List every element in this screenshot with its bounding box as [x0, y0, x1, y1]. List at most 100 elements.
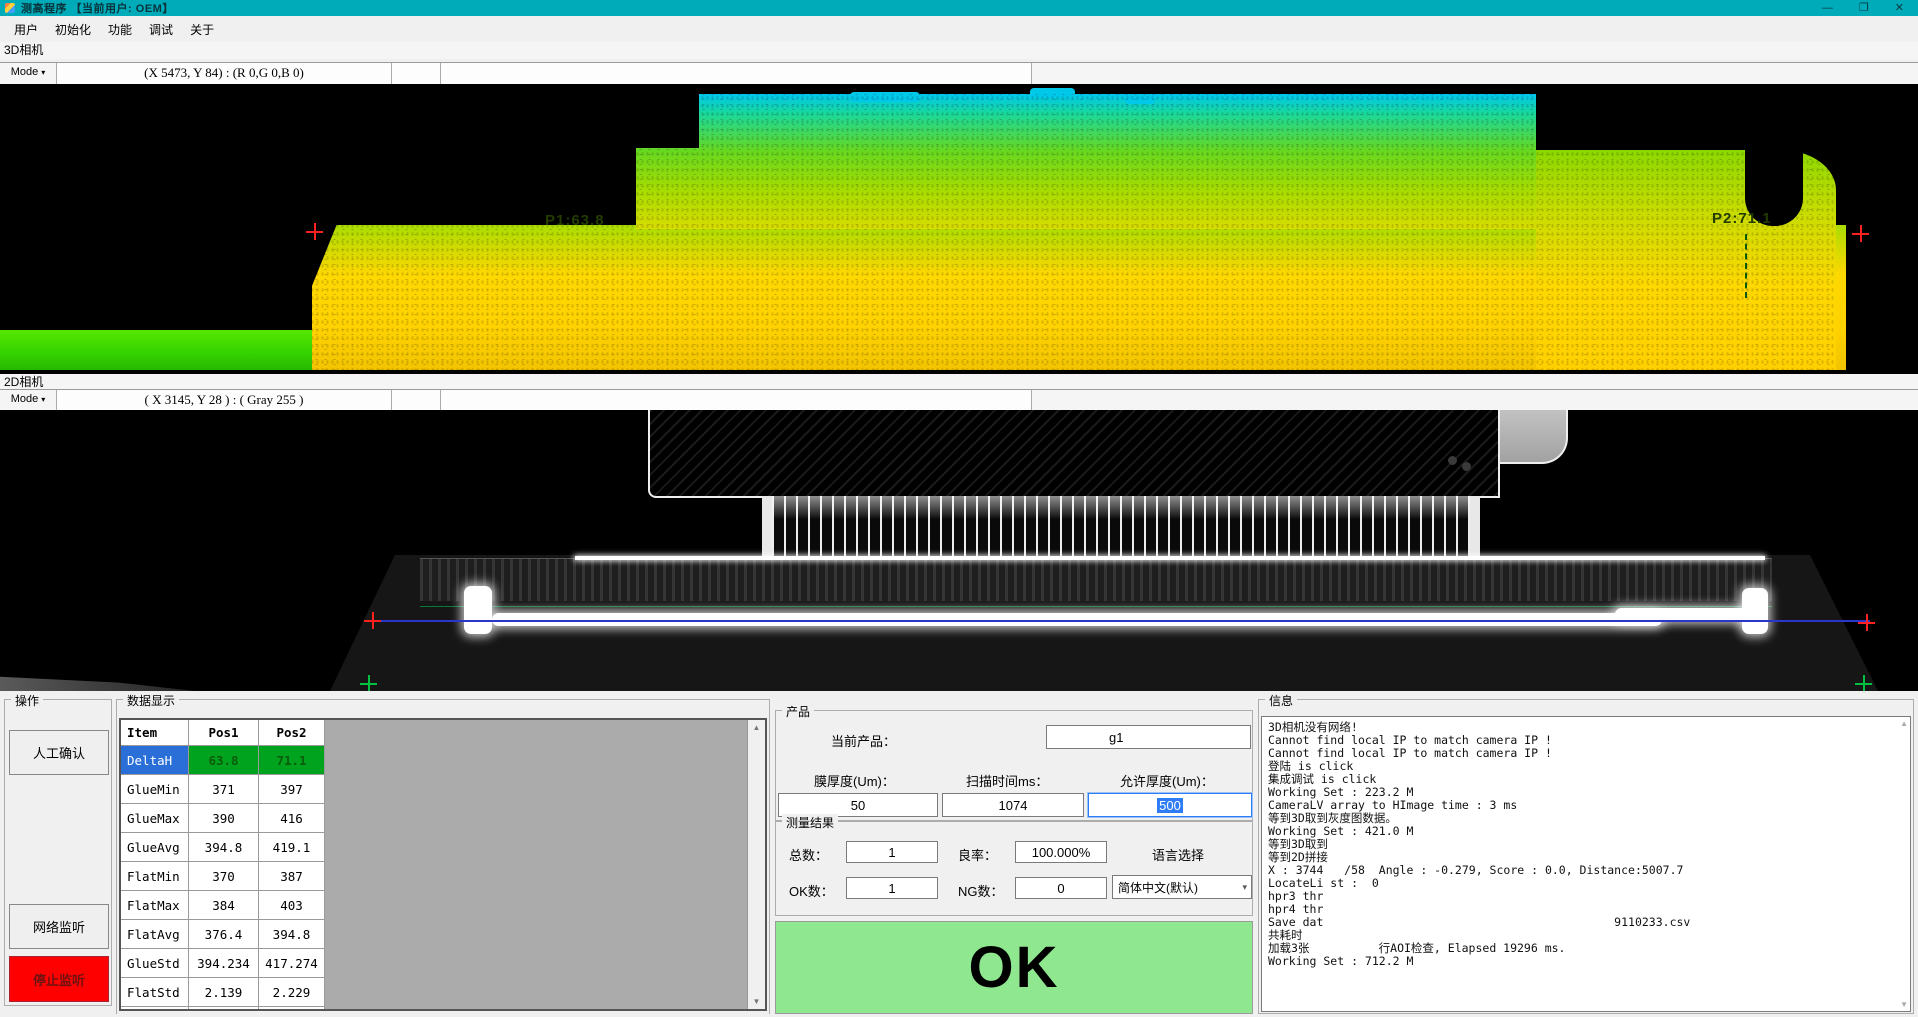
- p2-marker-dashed-line: [1745, 234, 1747, 298]
- cell-item: GlueStd: [121, 949, 189, 978]
- operations-group: 操作 人工确认 网络监听 停止监听: [4, 699, 112, 1006]
- scan-time-field[interactable]: 1074: [942, 793, 1084, 817]
- ng-count-label: NG数：: [958, 881, 1004, 900]
- table-row[interactable]: GlueMin 371 397: [121, 775, 325, 804]
- language-select-label: 语言选择: [1152, 845, 1204, 864]
- mode-label: Mode: [11, 66, 39, 78]
- restore-icon[interactable]: ❐: [1859, 0, 1869, 16]
- camera2d-mode-dropdown[interactable]: Mode ▾: [0, 390, 57, 411]
- table-row[interactable]: FlatMax 384 403: [121, 891, 325, 920]
- cell-pos1: 394.8: [189, 833, 259, 862]
- cell-pos2: 71.1: [259, 746, 325, 775]
- scroll-down-icon[interactable]: ▼: [748, 997, 765, 1006]
- left-crosshair-marker: [364, 612, 381, 629]
- table-header-row: Item Pos1 Pos2: [121, 720, 325, 746]
- table-row[interactable]: GlueMax 390 416: [121, 804, 325, 833]
- cell-item: FlatMin: [121, 862, 189, 891]
- table-row[interactable]: FlatAvg 376.4 394.8: [121, 920, 325, 949]
- application-window: 测高程序 【当前用户: OEM】 — ❐ ✕ 用户初始化功能调试关于 3D相机 …: [0, 0, 1918, 1017]
- total-label: 总数：: [789, 845, 828, 864]
- cell-pos2: 403: [259, 891, 325, 920]
- yield-field[interactable]: 100.000%: [1015, 841, 1107, 863]
- heightmap-noise-overlay: [312, 92, 1836, 370]
- total-field[interactable]: 1: [846, 841, 938, 863]
- measurement-table[interactable]: Item Pos1 Pos2 DeltaH 63.8 71.1 Glue: [119, 718, 767, 1011]
- p2-measure-annotation: P2:71.1: [1712, 210, 1772, 227]
- camera3d-toolbar-cell: [392, 63, 441, 84]
- pcb-pad: [1448, 456, 1457, 465]
- pcb-board: [648, 410, 1500, 498]
- chevron-down-icon: ▾: [41, 68, 45, 77]
- pcb-pad: [1462, 462, 1471, 471]
- col-header-pos2: Pos2: [259, 720, 325, 746]
- glue-glow-blob-left: [464, 586, 492, 634]
- menu-item[interactable]: 关于: [187, 19, 217, 40]
- glue-glow-blob-right: [1742, 588, 1768, 634]
- close-icon[interactable]: ✕: [1895, 0, 1904, 16]
- menu-item[interactable]: 调试: [146, 19, 176, 40]
- log-line: Working Set : 712.2 M: [1268, 955, 1910, 968]
- window-title: 测高程序 【当前用户: OEM】: [21, 0, 174, 16]
- camera3d-image-view[interactable]: P1:63.8 P2:71.1: [0, 84, 1918, 375]
- table-body: DeltaH 63.8 71.1 GlueMin 371 397 GlueMax: [121, 746, 765, 1011]
- cell-item: GlueMax: [121, 804, 189, 833]
- menu-item[interactable]: 初始化: [52, 19, 94, 40]
- cell-item: FlatAvg: [121, 920, 189, 949]
- camera3d-toolbar-cell: [441, 63, 1032, 84]
- scroll-up-icon[interactable]: ▲: [748, 723, 765, 732]
- chevron-down-icon: ▾: [1242, 882, 1247, 893]
- table-row[interactable]: X 2583.5 7966.7: [121, 1007, 325, 1011]
- cell-pos2: 417.274: [259, 949, 325, 978]
- cell-item: FlatStd: [121, 978, 189, 1007]
- info-group: 信息 ▲ ▼ 3D相机没有网络!Cannot find local IP to …: [1258, 699, 1914, 1014]
- info-group-label: 信息: [1265, 692, 1297, 709]
- heightmap-left-strip: [0, 330, 312, 370]
- scroll-up-icon[interactable]: ▲: [1900, 719, 1908, 728]
- log-line: 等到3D取到: [1268, 838, 1910, 851]
- table-row[interactable]: FlatStd 2.139 2.229: [121, 978, 325, 1007]
- cell-pos1: 370: [189, 862, 259, 891]
- table-scrollbar[interactable]: ▲ ▼: [747, 720, 765, 1009]
- cell-item: FlatMax: [121, 891, 189, 920]
- cell-item: GlueMin: [121, 775, 189, 804]
- cell-pos1: 394.234: [189, 949, 259, 978]
- cell-pos1: 384: [189, 891, 259, 920]
- p1-measure-annotation: P1:63.8: [545, 212, 605, 229]
- menu-item[interactable]: 功能: [105, 19, 135, 40]
- cell-pos1: 371: [189, 775, 259, 804]
- product-group: 产品 当前产品： g1 膜厚度(Um)： 扫描时间ms： 允许厚度(Um)： 5…: [775, 710, 1253, 821]
- col-header-item: Item: [121, 720, 189, 746]
- ok-count-field[interactable]: 1: [846, 877, 938, 899]
- scroll-down-icon[interactable]: ▼: [1900, 1000, 1908, 1009]
- p1-crosshair-marker: [306, 223, 323, 240]
- cell-pos1: 63.8: [189, 746, 259, 775]
- stop-listen-button[interactable]: 停止监听: [9, 956, 109, 1002]
- allow-thickness-field[interactable]: 500: [1088, 793, 1252, 817]
- log-line: Save dat 9110233.csv: [1268, 916, 1910, 929]
- chevron-down-icon: ▾: [41, 395, 45, 404]
- manual-confirm-button[interactable]: 人工确认: [9, 730, 109, 775]
- table-row[interactable]: DeltaH 63.8 71.1: [121, 746, 325, 775]
- left-green-marker: [360, 675, 377, 692]
- table-row[interactable]: GlueAvg 394.8 419.1: [121, 833, 325, 862]
- cell-pos2: 419.1: [259, 833, 325, 862]
- film-thickness-label: 膜厚度(Um)：: [814, 771, 895, 790]
- log-line: LocateLi st : 0: [1268, 877, 1910, 890]
- log-output[interactable]: ▲ ▼ 3D相机没有网络!Cannot find local IP to mat…: [1261, 716, 1911, 1012]
- language-select[interactable]: 简体中文(默认) ▾: [1112, 875, 1252, 899]
- table-row[interactable]: FlatMin 370 387: [121, 862, 325, 891]
- camera2d-image-view[interactable]: [0, 410, 1918, 692]
- measure-result-group-label: 测量结果: [782, 814, 838, 831]
- cell-item: DeltaH: [121, 746, 189, 775]
- current-product-field[interactable]: g1: [1046, 725, 1251, 749]
- data-display-group-label: 数据显示: [123, 692, 179, 709]
- app-icon: [5, 3, 15, 13]
- network-listen-button[interactable]: 网络监听: [9, 904, 109, 949]
- right-crosshair-marker: [1858, 614, 1875, 631]
- ng-count-field[interactable]: 0: [1015, 877, 1107, 899]
- minimize-icon[interactable]: —: [1822, 0, 1833, 16]
- table-row[interactable]: GlueStd 394.234 417.274: [121, 949, 325, 978]
- camera2d-toolbar-cell: [392, 390, 441, 411]
- menu-item[interactable]: 用户: [11, 19, 41, 40]
- camera3d-mode-dropdown[interactable]: Mode ▾: [0, 63, 57, 84]
